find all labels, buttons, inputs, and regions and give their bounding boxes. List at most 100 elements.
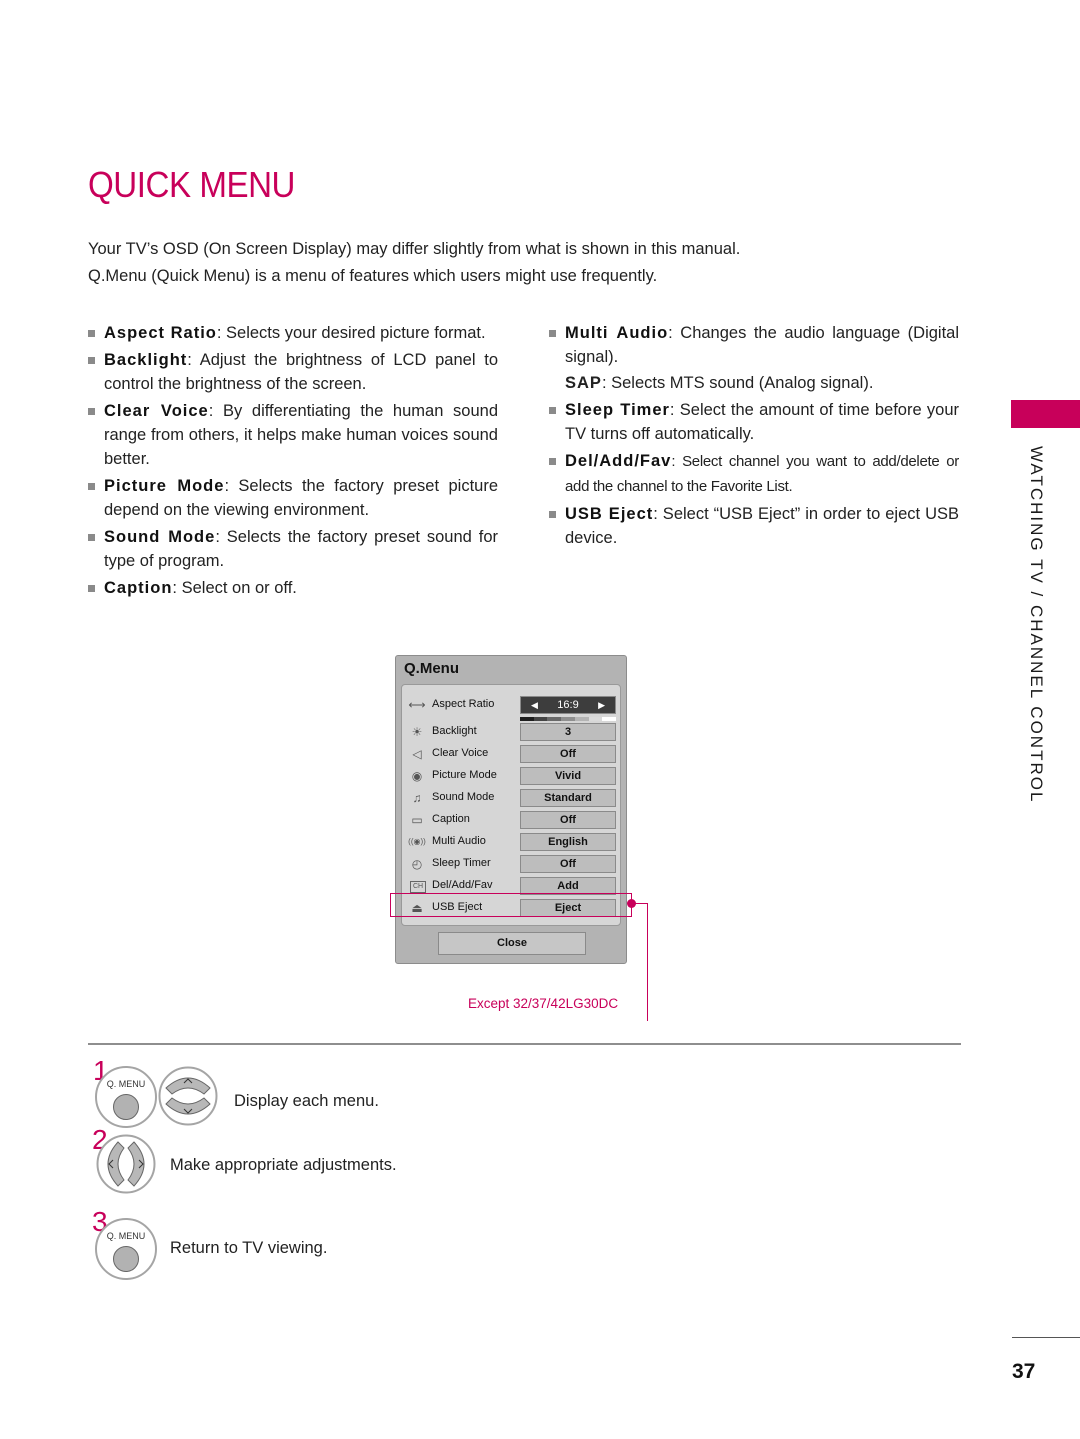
- qmenu-item-picture-mode[interactable]: ◉ Picture Mode Vivid: [402, 766, 620, 786]
- bullet-backlight: Backlight: Adjust the brightness of LCD …: [88, 348, 498, 396]
- bullet-square-icon: [549, 330, 556, 337]
- backlight-level-bar: [520, 717, 617, 721]
- sleep-timer-icon: ◴: [411, 857, 423, 871]
- up-down-arrows-icon: [158, 1066, 218, 1126]
- qmenu-title: Q.Menu: [404, 660, 459, 677]
- qmenu-item-label: Caption: [432, 813, 470, 825]
- qmenu-item-label: Del/Add/Fav: [432, 879, 493, 891]
- bullet-term: Sleep Timer: [565, 401, 670, 419]
- clear-voice-icon: ◁: [412, 747, 422, 761]
- button-circle-icon: [113, 1094, 139, 1120]
- bullet-term: USB Eject: [565, 505, 654, 523]
- aspect-ratio-value[interactable]: ◀ 16:9 ▶: [520, 696, 616, 714]
- page-number: 37: [1012, 1360, 1036, 1383]
- step-3-text: Return to TV viewing.: [170, 1239, 328, 1257]
- qmenu-item-value[interactable]: Off: [520, 855, 616, 873]
- bullet-term: Del/Add/Fav: [565, 452, 672, 470]
- bullet-list-right: Multi Audio: Changes the audio language …: [549, 321, 959, 553]
- qmenu-item-caption[interactable]: ▭ Caption Off: [402, 810, 620, 830]
- bullet-term: Picture Mode: [104, 477, 225, 495]
- bullet-sleep-timer: Sleep Timer: Select the amount of time b…: [549, 398, 959, 446]
- multi-audio-icon: ((◉)): [408, 837, 426, 846]
- bullet-del-add-fav: Del/Add/Fav: Select channel you want to …: [549, 449, 959, 499]
- bullet-square-icon: [88, 534, 95, 541]
- caption-icon: ▭: [411, 813, 423, 827]
- bullet-term: Clear Voice: [104, 402, 209, 420]
- bullet-usb-eject: USB Eject: Select “USB Eject” in order t…: [549, 502, 959, 550]
- intro-line-1: Your TV’s OSD (On Screen Display) may di…: [88, 240, 741, 258]
- divider: [88, 1043, 961, 1045]
- up-down-remote-button[interactable]: [158, 1066, 218, 1126]
- qmenu-item-label: Sound Mode: [432, 791, 495, 803]
- bullet-sound-mode: Sound Mode: Selects the factory preset s…: [88, 525, 498, 573]
- left-right-remote-button[interactable]: [96, 1134, 156, 1194]
- qmenu-item-label: Aspect Ratio: [432, 698, 495, 710]
- qmenu-item-sound-mode[interactable]: ♫ Sound Mode Standard: [402, 788, 620, 808]
- bullet-term: Aspect Ratio: [104, 324, 217, 342]
- bullet-aspect-ratio: Aspect Ratio: Selects your desired pictu…: [88, 321, 498, 345]
- model-exception-note: Except 32/37/42LG30DC: [468, 996, 619, 1011]
- bullet-desc: : Select on or off.: [172, 579, 297, 597]
- bullet-multi-audio: Multi Audio: Changes the audio language …: [549, 321, 959, 369]
- arrow-left-icon[interactable]: ◀: [531, 697, 538, 713]
- qmenu-item-value[interactable]: English: [520, 833, 616, 851]
- qmenu-osd: Q.Menu ⟷ Aspect Ratio ◀ 16:9 ▶ ☀ Backlig…: [395, 655, 627, 964]
- page-title: QUICK MENU: [88, 164, 296, 205]
- level-segment: [533, 717, 548, 721]
- qmenu-item-backlight[interactable]: ☀ Backlight 3: [402, 717, 620, 742]
- bullet-square-icon: [549, 511, 556, 518]
- arrow-right-icon[interactable]: ▶: [598, 697, 605, 713]
- qmenu-item-value: 16:9: [557, 699, 579, 711]
- aspect-ratio-icon: ⟷: [408, 698, 426, 712]
- bullet-term: Caption: [104, 579, 173, 597]
- bullet-term: Backlight: [104, 351, 188, 369]
- bullet-sap: SAP: Selects MTS sound (Analog signal).: [549, 371, 959, 395]
- level-segment: [561, 717, 575, 721]
- step-1-text: Display each menu.: [234, 1092, 379, 1110]
- bullet-picture-mode: Picture Mode: Selects the factory preset…: [88, 474, 498, 522]
- level-segment: [520, 717, 534, 721]
- qmenu-item-value[interactable]: Standard: [520, 789, 616, 807]
- bullet-square-icon: [88, 585, 95, 592]
- intro-line-2: Q.Menu (Quick Menu) is a menu of feature…: [88, 267, 658, 285]
- bullet-square-icon: [88, 357, 95, 364]
- qmenu-item-multi-audio[interactable]: ((◉)) Multi Audio English: [402, 832, 620, 852]
- qmenu-item-label: Backlight: [432, 725, 477, 737]
- close-button[interactable]: Close: [438, 932, 586, 955]
- section-tab-label: WATCHING TV / CHANNEL CONTROL: [1027, 446, 1046, 804]
- left-right-arrows-icon: [96, 1134, 156, 1194]
- qmenu-item-aspect-ratio[interactable]: ⟷ Aspect Ratio ◀ 16:9 ▶: [402, 695, 620, 715]
- usb-eject-highlight: [390, 893, 632, 917]
- callout-line: [647, 903, 648, 1021]
- del-add-fav-icon: CH: [410, 881, 426, 893]
- picture-mode-icon: ◉: [411, 769, 423, 783]
- qmenu-item-label: Sleep Timer: [432, 857, 491, 869]
- qmenu-item-label: Clear Voice: [432, 747, 489, 759]
- qmenu-item-value[interactable]: Off: [520, 811, 616, 829]
- qmenu-remote-button[interactable]: Q. MENU: [95, 1218, 157, 1280]
- bullet-square-icon: [549, 407, 556, 414]
- level-segment: [574, 717, 589, 721]
- page-number-rule: [1012, 1337, 1080, 1338]
- qmenu-remote-button[interactable]: Q. MENU: [95, 1066, 157, 1128]
- bullet-square-icon: [88, 408, 95, 415]
- qmenu-item-label: Picture Mode: [432, 769, 497, 781]
- step-2-text: Make appropriate adjustments.: [170, 1156, 397, 1174]
- qmenu-item-sleep-timer[interactable]: ◴ Sleep Timer Off: [402, 854, 620, 874]
- qmenu-item-label: Multi Audio: [432, 835, 486, 847]
- qmenu-button-label: Q. MENU: [106, 1079, 146, 1089]
- bullet-caption: Caption: Select on or off.: [88, 576, 498, 600]
- qmenu-item-value[interactable]: Vivid: [520, 767, 616, 785]
- bullet-desc: : Selects MTS sound (Analog signal).: [601, 374, 874, 392]
- level-segment: [547, 717, 562, 721]
- qmenu-item-clear-voice[interactable]: ◁ Clear Voice Off: [402, 744, 620, 764]
- bullet-square-icon: [549, 458, 556, 465]
- qmenu-item-value[interactable]: Off: [520, 745, 616, 763]
- bullet-square-icon: [88, 330, 95, 337]
- bullet-term: Sound Mode: [104, 528, 216, 546]
- sound-mode-icon: ♫: [412, 791, 422, 805]
- bullet-list-left: Aspect Ratio: Selects your desired pictu…: [88, 321, 498, 603]
- qmenu-item-value[interactable]: 3: [520, 723, 616, 741]
- level-segment: [588, 717, 603, 721]
- bullet-square-icon: [88, 483, 95, 490]
